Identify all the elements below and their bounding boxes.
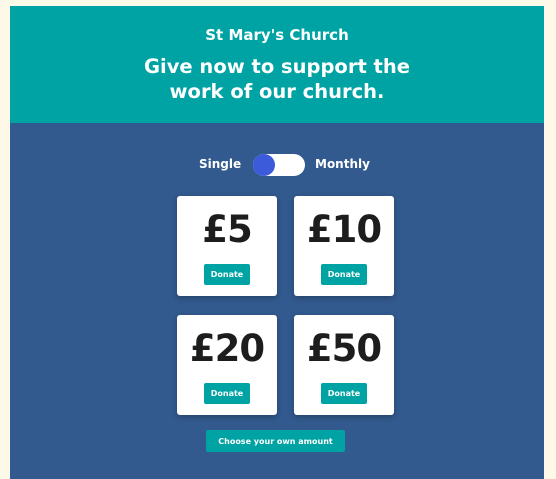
donation-card-50: £50 Donate xyxy=(294,315,394,415)
donation-amount: £50 xyxy=(306,327,382,370)
monthly-label[interactable]: Monthly xyxy=(315,157,370,171)
donation-amount: £20 xyxy=(189,327,265,370)
donation-amount: £10 xyxy=(306,208,382,251)
donate-button-5[interactable]: Donate xyxy=(204,264,250,285)
choose-own-amount-button[interactable]: Choose your own amount xyxy=(206,430,345,452)
donation-card-5: £5 Donate xyxy=(177,196,277,296)
single-label[interactable]: Single xyxy=(199,157,241,171)
headline-line-1: Give now to support the xyxy=(144,55,410,78)
donation-amount: £5 xyxy=(202,208,253,251)
donate-button-10[interactable]: Donate xyxy=(321,264,367,285)
donate-button-50[interactable]: Donate xyxy=(321,383,367,404)
donation-widget: St Mary's Church Give now to support the… xyxy=(10,6,544,479)
frequency-toggle-row: Single Monthly xyxy=(10,154,544,176)
church-name: St Mary's Church xyxy=(205,26,349,44)
header-banner: St Mary's Church Give now to support the… xyxy=(10,6,544,123)
donate-button-20[interactable]: Donate xyxy=(204,383,250,404)
frequency-toggle-switch[interactable] xyxy=(253,154,305,176)
toggle-knob xyxy=(253,154,275,176)
donation-card-20: £20 Donate xyxy=(177,315,277,415)
donation-card-10: £10 Donate xyxy=(294,196,394,296)
headline-line-2: work of our church. xyxy=(169,80,385,103)
headline: Give now to support the work of our chur… xyxy=(10,54,544,104)
